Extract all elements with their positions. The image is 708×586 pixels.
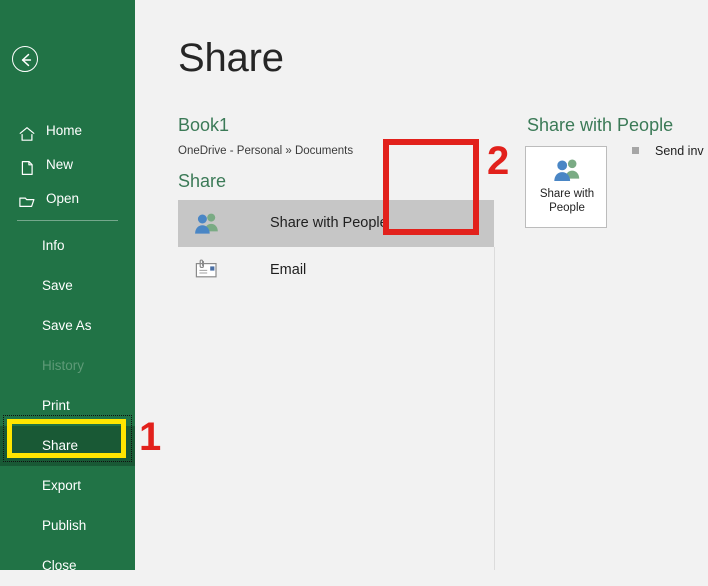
home-icon bbox=[18, 122, 36, 141]
open-folder-icon bbox=[18, 190, 36, 208]
sidebar-divider bbox=[17, 220, 118, 221]
people-icon bbox=[194, 211, 220, 235]
new-document-icon bbox=[18, 156, 36, 175]
sidebar-item-save-as[interactable]: Save As bbox=[0, 306, 135, 346]
sidebar-item-export[interactable]: Export bbox=[0, 466, 135, 506]
pane-divider bbox=[494, 247, 495, 570]
back-arrow-icon[interactable] bbox=[12, 46, 38, 72]
sidebar-bottom-group: Info Save Save As History Print Share Ex… bbox=[0, 226, 135, 586]
square-bullet-icon bbox=[632, 147, 639, 155]
share-option-share-with-people-label: Share with People bbox=[270, 215, 388, 231]
document-path: OneDrive - Personal » Documents bbox=[178, 145, 354, 157]
send-invitations-bullet: Send inv bbox=[632, 142, 704, 160]
sidebar-item-print[interactable]: Print bbox=[0, 386, 135, 426]
share-section-title: Share bbox=[178, 171, 227, 191]
share-with-people-button[interactable]: Share with People bbox=[525, 146, 607, 228]
sidebar-item-history: History bbox=[42, 358, 85, 373]
callout-number-1: 1 bbox=[139, 415, 162, 459]
share-button-label-line2: People bbox=[549, 202, 585, 214]
share-button-label-line1: Share with bbox=[539, 188, 595, 200]
share-option-email[interactable]: Email bbox=[178, 247, 494, 294]
sidebar-item-share[interactable]: Share bbox=[0, 426, 135, 466]
share-option-email-label: Email bbox=[270, 262, 307, 278]
callout-number-2: 2 bbox=[487, 139, 510, 183]
sidebar-item-save[interactable]: Save bbox=[0, 266, 135, 306]
sidebar-item-home[interactable]: Home bbox=[0, 114, 135, 148]
right-pane-title: Share with People bbox=[527, 115, 674, 135]
sidebar-item-home-label: Home bbox=[46, 123, 83, 138]
sidebar-top-group: Home New Open bbox=[0, 114, 135, 216]
sidebar-item-publish[interactable]: Publish bbox=[0, 506, 135, 546]
backstage-share-screen: Home New Open Info Save Save As History … bbox=[0, 0, 708, 573]
sidebar-item-open-label: Open bbox=[46, 191, 80, 206]
backstage-main-pane: Share Book1 OneDrive - Personal » Docume… bbox=[135, 0, 708, 570]
email-attachment-icon bbox=[194, 258, 220, 282]
share-options-list: Share with People Email bbox=[178, 200, 494, 294]
share-with-people-button-label: Share with People bbox=[526, 187, 608, 215]
sidebar-item-info[interactable]: Info bbox=[0, 226, 135, 266]
sidebar-item-new-label: New bbox=[46, 157, 74, 172]
sidebar-item-new[interactable]: New bbox=[0, 148, 135, 182]
document-name: Book1 bbox=[178, 115, 230, 135]
share-option-share-with-people[interactable]: Share with People bbox=[178, 200, 494, 247]
page-title: Share bbox=[178, 36, 284, 80]
sidebar-item-open[interactable]: Open bbox=[0, 182, 135, 216]
send-invitations-label: Send inv bbox=[655, 143, 704, 158]
sidebar-item-close[interactable]: Close bbox=[0, 546, 135, 586]
people-icon bbox=[552, 157, 582, 183]
backstage-sidebar: Home New Open Info Save Save As History … bbox=[0, 0, 135, 573]
